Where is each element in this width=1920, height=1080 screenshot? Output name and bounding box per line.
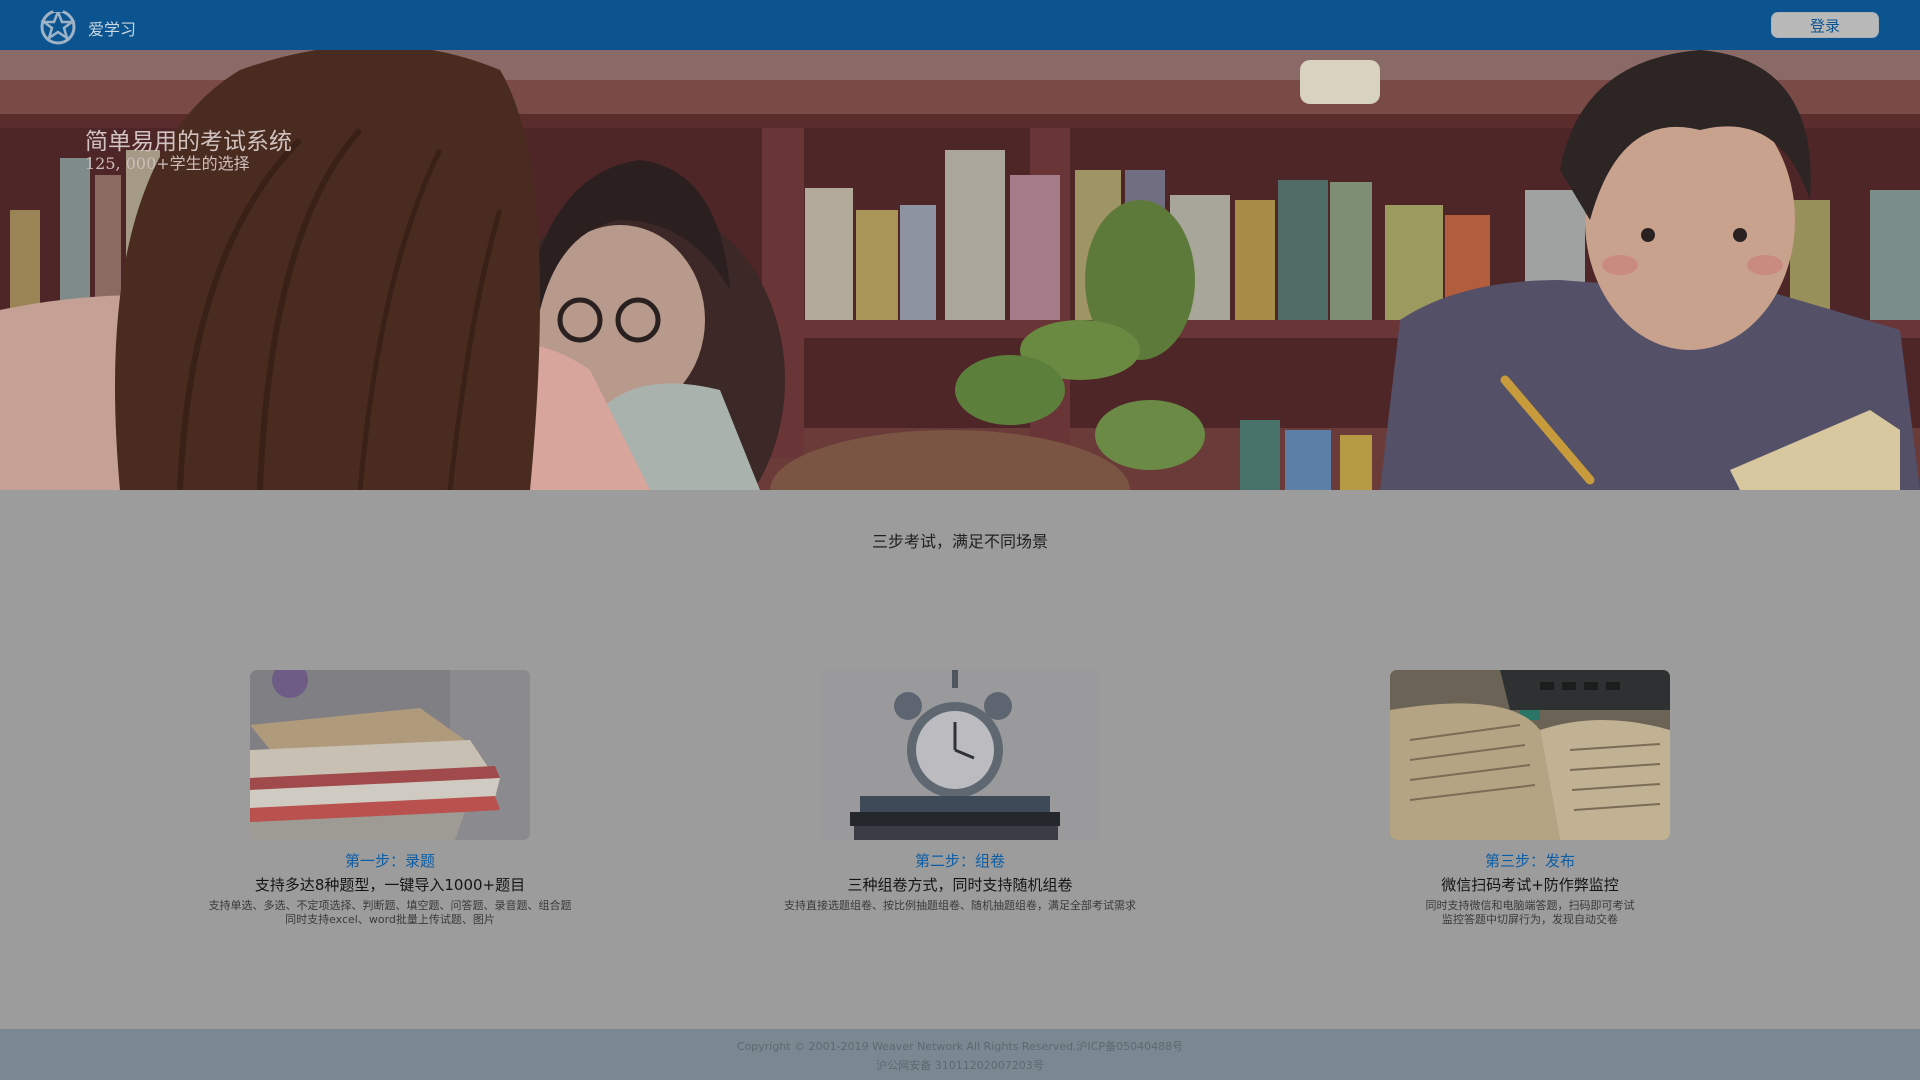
step-card-2: 第二步：组卷 三种组卷方式，同时支持随机组卷 支持直接选题组卷、按比例抽题组卷、… <box>760 670 1160 913</box>
step-label: 第一步：录题 <box>344 852 435 870</box>
brand-name[interactable]: 爱学习 <box>88 16 136 40</box>
step-heading: 微信扫码考试+防作弊监控 <box>1441 876 1619 894</box>
step-description: 支持单选、多选、不定项选择、判断题、填空题、问答题、录音题、组合题 同时支持ex… <box>208 899 572 926</box>
step-image-alarm-clock <box>820 670 1100 840</box>
copyright-text: Copyright © 2001-2019 Weaver Network All… <box>736 1040 1184 1053</box>
step-card-1: 第一步：录题 支持多达8种题型，一键导入1000+题目 支持单选、多选、不定项选… <box>190 670 590 927</box>
step-heading: 三种组卷方式，同时支持随机组卷 <box>847 876 1073 894</box>
top-nav-bar: 爱学习 登录 <box>0 0 1920 50</box>
footer: Copyright © 2001-2019 Weaver Network All… <box>0 1029 1920 1080</box>
hero-banner: 简单易用的考试系统 125, 000+学生的选择 <box>0 50 1920 490</box>
star-crest-icon[interactable] <box>38 6 78 46</box>
step-description: 同时支持微信和电脑端答题，扫码即可考试 监控答题中切屏行为，发现自动交卷 <box>1425 899 1635 926</box>
study-illustration <box>0 50 1920 490</box>
step-label: 第三步：发布 <box>1484 852 1575 870</box>
step-card-3: 第三步：发布 微信扫码考试+防作弊监控 同时支持微信和电脑端答题，扫码即可考试 … <box>1330 670 1730 927</box>
police-record-link[interactable]: 沪公网安备 31011202007203号 <box>0 1056 1920 1075</box>
step-image-open-book <box>1390 670 1670 840</box>
step-heading: 支持多达8种题型，一键导入1000+题目 <box>254 876 526 894</box>
section-title: 三步考试，满足不同场景 <box>871 532 1048 551</box>
step-image-books <box>250 670 530 840</box>
step-label: 第二步：组卷 <box>914 852 1005 870</box>
step-description: 支持直接选题组卷、按比例抽题组卷、随机抽题组卷，满足全部考试需求 <box>784 899 1136 912</box>
hero-subtitle: 125, 000+学生的选择 <box>85 154 250 173</box>
login-button[interactable]: 登录 <box>1771 12 1879 38</box>
